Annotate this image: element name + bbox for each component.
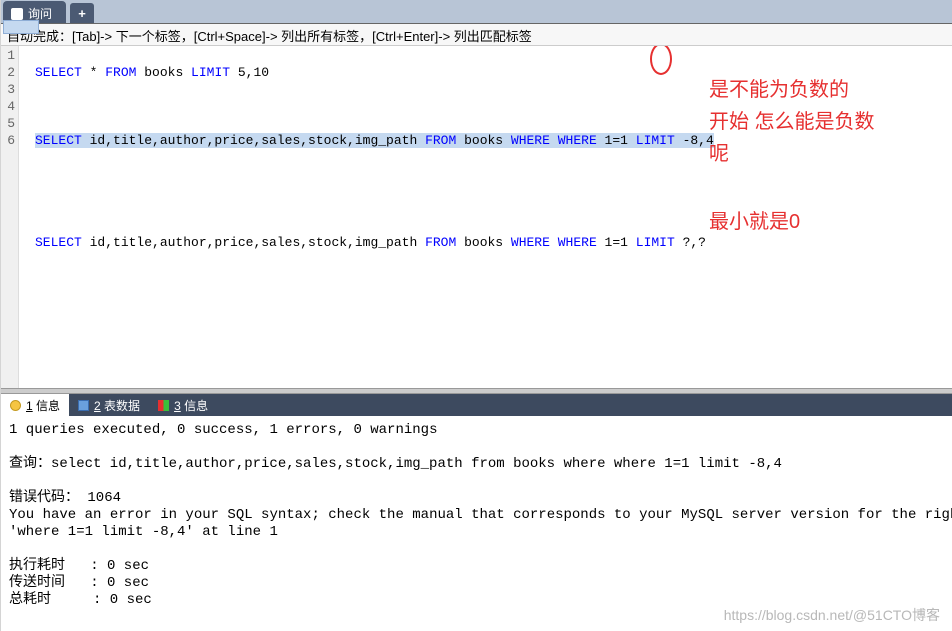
output-exec-val: : 0 sec [65, 558, 149, 574]
kw-from: FROM [105, 65, 136, 80]
warning-icon [10, 400, 21, 411]
left-selection [3, 20, 39, 34]
code-text: books [456, 133, 511, 148]
app-root: 询问 + 自动完成：[Tab]-> 下一个标签，[Ctrl+Space]-> 列… [0, 0, 952, 631]
output-trans-label: 传送时间 [9, 575, 65, 591]
code-area[interactable]: SELECT * FROM books LIMIT 5,10 SELECT id… [19, 46, 952, 388]
autocomplete-hint: 自动完成：[Tab]-> 下一个标签，[Ctrl+Space]-> 列出所有标签… [1, 24, 952, 46]
code-text [550, 133, 558, 148]
output-total-label: 总耗时 [9, 592, 51, 608]
kw-where: WHERE [558, 235, 597, 250]
kw-select: SELECT [35, 65, 82, 80]
code-text: * [82, 65, 105, 80]
kw-limit: LIMIT [636, 133, 675, 148]
code-text: books [136, 65, 191, 80]
main-area: 询问 + 自动完成：[Tab]-> 下一个标签，[Ctrl+Space]-> 列… [1, 0, 952, 631]
editor-tabbar: 询问 + [1, 0, 952, 24]
kw-select: SELECT [35, 235, 82, 250]
flag-icon [158, 400, 169, 411]
lineno: 6 [1, 132, 15, 149]
tab-accel: 2 [94, 399, 101, 413]
kw-where: WHERE [558, 133, 597, 148]
output-errmsg: You have an error in your SQL syntax; ch… [9, 507, 952, 523]
tab-accel: 1 [26, 399, 33, 413]
tab-label: 表数据 [101, 399, 140, 413]
output-query-label: 查询： [9, 456, 51, 472]
output-errcode-label: 错误代码： [9, 490, 79, 506]
output-errmsg2: 'where 1=1 limit -8,4' at line 1 [9, 524, 278, 540]
output-trans-val: : 0 sec [65, 575, 149, 591]
output-total-val: : 0 sec [51, 592, 152, 608]
tab-accel: 3 [174, 399, 181, 413]
code-text: -8,4 [675, 133, 714, 148]
lineno: 2 [1, 64, 15, 81]
code-text [550, 235, 558, 250]
output-errcode: 1064 [79, 490, 121, 506]
code-text: ?,? [675, 235, 706, 250]
output-summary: 1 queries executed, 0 success, 1 errors,… [9, 422, 437, 438]
lineno: 3 [1, 81, 15, 98]
kw-limit: LIMIT [636, 235, 675, 250]
code-line: SELECT id,title,author,price,sales,stock… [35, 234, 952, 251]
result-tab-tabledata[interactable]: 2 表数据 [69, 394, 149, 417]
watermark: https://blog.csdn.net/@51CTO博客 [724, 605, 940, 625]
line-numbers: 1 2 3 4 5 6 [1, 46, 19, 388]
kw-where: WHERE [511, 133, 550, 148]
result-tab-info2[interactable]: 3 信息 [149, 394, 217, 417]
result-tab-info[interactable]: 1 信息 [1, 394, 69, 417]
grid-icon [78, 400, 89, 411]
code-text: id,title,author,price,sales,stock,img_pa… [82, 235, 425, 250]
output-exec-label: 执行耗时 [9, 558, 65, 574]
code-text: 1=1 [597, 133, 636, 148]
output-query: select id,title,author,price,sales,stock… [51, 456, 782, 472]
annotation-text-1: 是不能为负数的开始 怎么能是负数呢 [709, 74, 875, 170]
code-line [35, 200, 952, 217]
code-text: id,title,author,price,sales,stock,img_pa… [82, 133, 425, 148]
kw-from: FROM [425, 133, 456, 148]
kw-from: FROM [425, 235, 456, 250]
code-text: books [456, 235, 511, 250]
code-text: 1=1 [597, 235, 636, 250]
sql-editor[interactable]: 1 2 3 4 5 6 SELECT * FROM books LIMIT 5,… [1, 46, 952, 388]
annotation-text-2: 最小就是0 [709, 206, 800, 238]
kw-where: WHERE [511, 235, 550, 250]
lineno: 5 [1, 115, 15, 132]
query-icon [11, 8, 23, 20]
lineno: 4 [1, 98, 15, 115]
new-tab-button[interactable]: + [70, 3, 94, 23]
tab-label: 信息 [181, 399, 208, 413]
tab-label: 信息 [33, 399, 60, 413]
kw-limit: LIMIT [191, 65, 230, 80]
lineno: 1 [1, 47, 15, 64]
output-panel[interactable]: 1 queries executed, 0 success, 1 errors,… [1, 416, 952, 631]
kw-select: SELECT [35, 133, 82, 148]
code-text: 5,10 [230, 65, 269, 80]
result-tabbar: 1 信息 2 表数据 3 信息 [1, 394, 952, 416]
